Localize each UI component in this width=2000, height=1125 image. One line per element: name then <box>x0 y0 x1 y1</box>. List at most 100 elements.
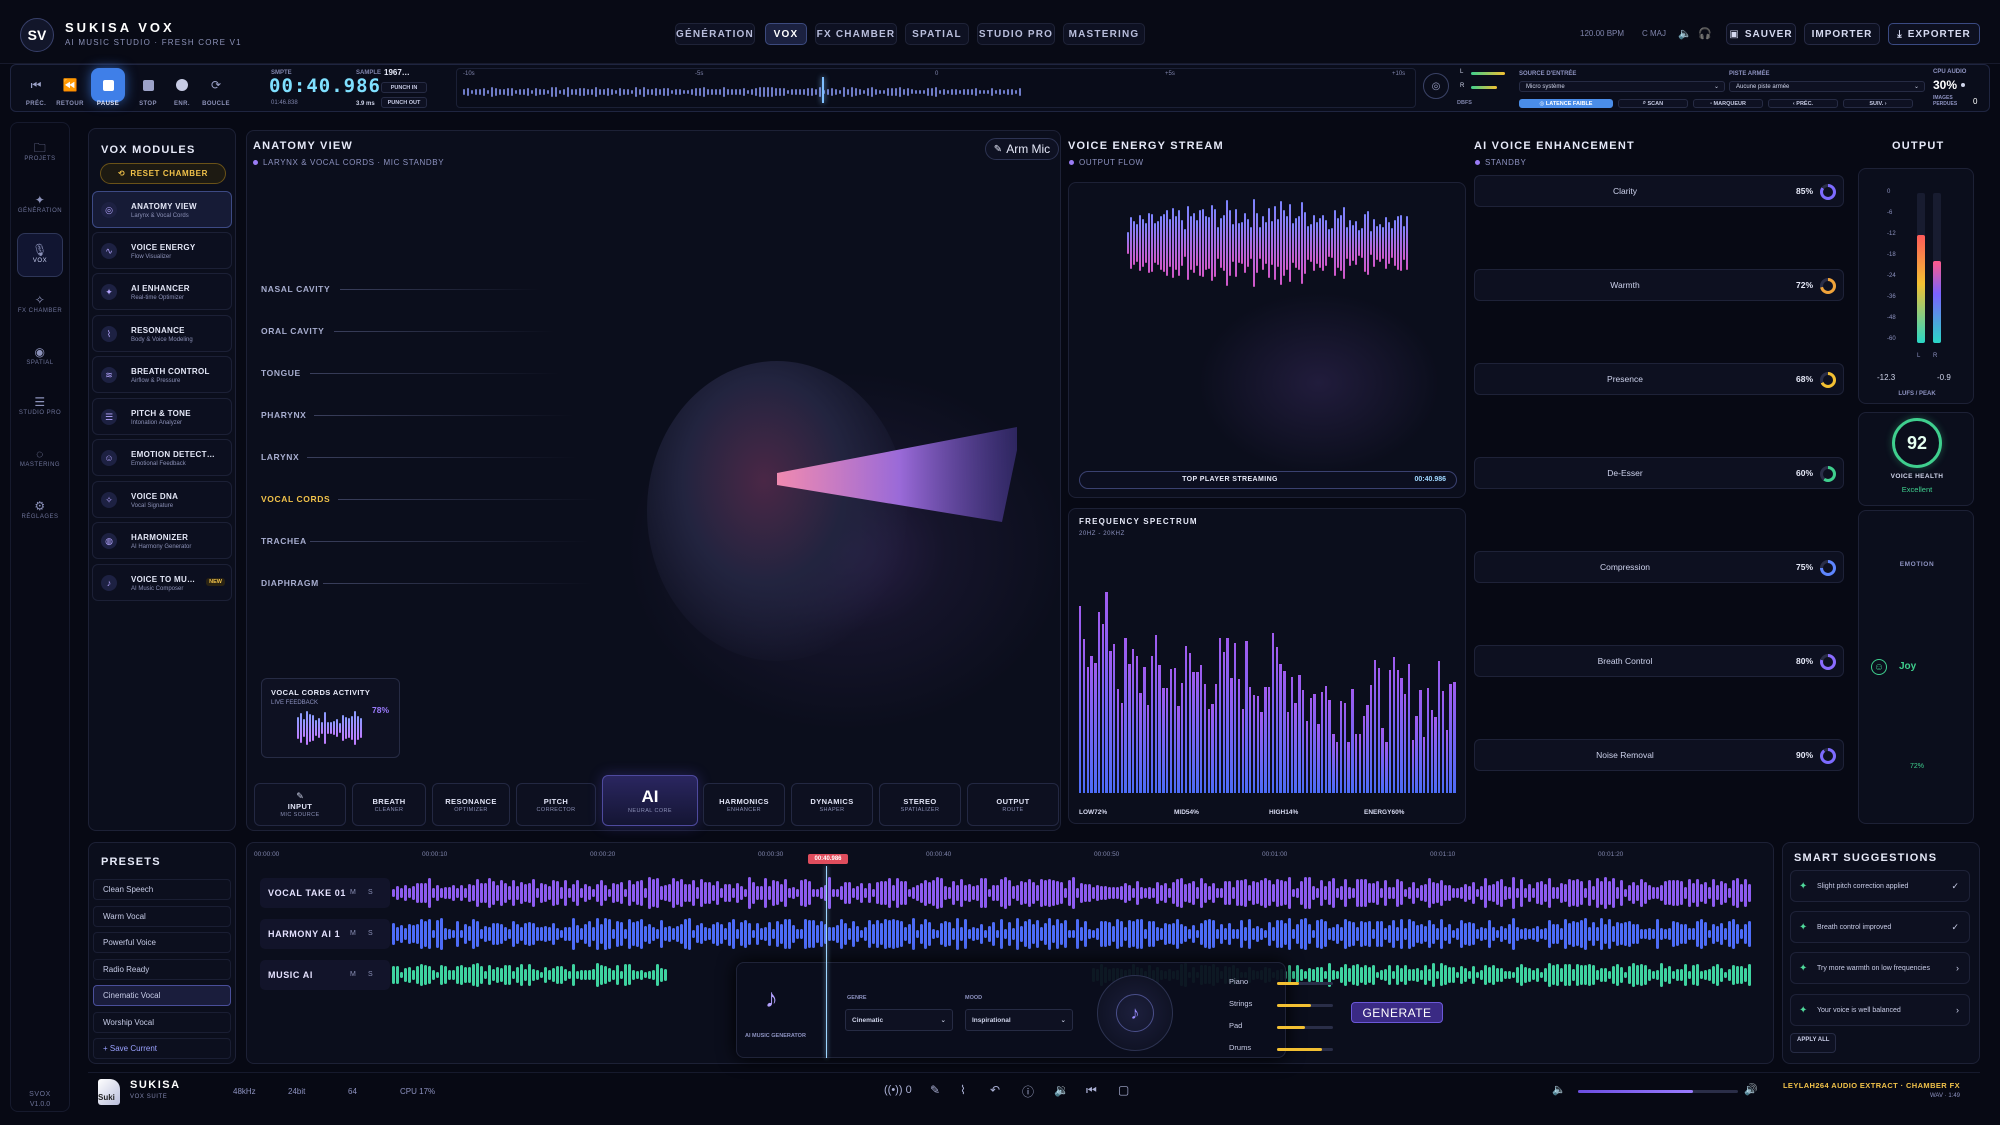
volume-slider[interactable] <box>1578 1090 1738 1093</box>
track-waveform[interactable] <box>392 917 1758 951</box>
stage-ai-neural-core[interactable]: AI NEURAL CORE <box>602 775 698 826</box>
nav-spatial[interactable]: ◉ SPATIAL <box>17 335 63 379</box>
next-marker-button[interactable]: SUIV. › <box>1843 99 1913 108</box>
pause-button[interactable] <box>91 68 125 102</box>
stage-breath[interactable]: BREATH CLEANER <box>352 783 426 826</box>
preset-warm-vocal[interactable]: Warm Vocal <box>93 906 231 927</box>
solo-button[interactable]: S <box>368 930 373 937</box>
import-button[interactable]: IMPORTER <box>1804 23 1880 45</box>
export-button[interactable]: ⤓ EXPORTER <box>1888 23 1980 45</box>
module-ai-enhancer[interactable]: ✦ AI ENHANCER Real-time Optimizer <box>92 273 232 310</box>
timeline-playhead[interactable] <box>826 866 827 1058</box>
headphones-icon[interactable]: 🎧 <box>1698 27 1712 40</box>
suggestion-item[interactable]: ✦ Try more warmth on low frequencies › <box>1790 952 1970 984</box>
solo-button[interactable]: S <box>368 971 373 978</box>
tab-generation[interactable]: GÉNÉRATION <box>675 23 755 45</box>
armed-track-select[interactable]: Aucune piste armée ⌄ <box>1729 81 1925 92</box>
punch-in-button[interactable]: PUNCH IN <box>381 82 427 93</box>
module-pitch-tone[interactable]: ☰ PITCH & TONE Intonation Analyzer <box>92 398 232 435</box>
preset-worship-vocal[interactable]: Worship Vocal <box>93 1012 231 1033</box>
tab-spatial[interactable]: SPATIAL <box>905 23 969 45</box>
mute-button[interactable]: M <box>350 889 356 896</box>
module-emotion-detect[interactable]: ☺ EMOTION DETECT… Emotional Feedback <box>92 439 232 476</box>
enhancement-row-de-esser[interactable]: De-Esser 60% <box>1474 457 1844 489</box>
nav-generation[interactable]: ✦ GÉNÉRATION <box>17 183 63 227</box>
marker-button[interactable]: ▫ MARQUEUR <box>1693 99 1763 108</box>
nav-vox[interactable]: 🎙 VOX <box>17 233 63 277</box>
mic-icon[interactable]: ✎ <box>930 1083 940 1097</box>
preset-powerful-voice[interactable]: Powerful Voice <box>93 932 231 953</box>
arm-mic-button[interactable]: ✎ Arm Mic <box>985 138 1059 160</box>
module-resonance[interactable]: ⌇ RESONANCE Body & Voice Modeling <box>92 315 232 352</box>
module-breath-control[interactable]: ≋ BREATH CONTROL Airflow & Pressure <box>92 356 232 393</box>
stop-button[interactable] <box>133 70 163 100</box>
module-voice-energy[interactable]: ∿ VOICE ENERGY Flow Visualizer <box>92 232 232 269</box>
tab-fx-chamber[interactable]: FX CHAMBER <box>815 23 897 45</box>
preset-clean-speech[interactable]: Clean Speech <box>93 879 231 900</box>
track-waveform[interactable] <box>392 876 1758 910</box>
preset-cinematic-vocal[interactable]: Cinematic Vocal <box>93 985 231 1006</box>
speaker-icon[interactable]: 🔉 <box>1054 1083 1069 1097</box>
mute-button[interactable]: M <box>350 971 356 978</box>
punch-out-button[interactable]: PUNCH OUT <box>381 97 427 108</box>
module-anatomy-view[interactable]: ◎ ANATOMY VIEW Larynx & Vocal Cords <box>92 191 232 228</box>
save-current-preset-button[interactable]: + Save Current <box>93 1038 231 1059</box>
speaker-icon[interactable]: 🔈 <box>1678 27 1692 40</box>
tab-mastering[interactable]: MASTERING <box>1063 23 1145 45</box>
scrub-ruler[interactable]: -10s -5s 0 +5s +10s <box>456 68 1416 108</box>
save-button[interactable]: ▣ SAUVER <box>1726 23 1796 45</box>
stage-dynamics[interactable]: DYNAMICS SHAPER <box>791 783 873 826</box>
generator-disc[interactable]: ♪ <box>1097 975 1173 1051</box>
suggestion-item[interactable]: ✦ Slight pitch correction applied ✓ <box>1790 870 1970 902</box>
enhancement-row-noise-removal[interactable]: Noise Removal 90% <box>1474 739 1844 771</box>
stage-resonance[interactable]: RESONANCE OPTIMIZER <box>432 783 510 826</box>
generate-button[interactable]: GENERATE <box>1351 1002 1443 1023</box>
scan-button[interactable]: ⌕ SCAN <box>1618 99 1688 108</box>
enhancement-row-presence[interactable]: Presence 68% <box>1474 363 1844 395</box>
low-latency-toggle[interactable]: ◎ LATENCE FAIBLE <box>1519 99 1613 108</box>
genre-select[interactable]: Cinematic ⌄ <box>845 1009 953 1031</box>
module-harmonizer[interactable]: ◍ HARMONIZER AI Harmony Generator <box>92 522 232 559</box>
nav-reglages[interactable]: ⚙ RÉGLAGES <box>17 489 63 533</box>
suggestion-item[interactable]: ✦ Breath control improved ✓ <box>1790 911 1970 943</box>
module-voice-dna[interactable]: ✧ VOICE DNA Vocal Signature <box>92 481 232 518</box>
stage-input[interactable]: ✎ INPUT MIC SOURCE <box>254 783 346 826</box>
module-voice-to-music[interactable]: ♪ VOICE TO MU… AI Music Composer NEW <box>92 564 232 601</box>
reset-chamber-button[interactable]: ⟲ RESET CHAMBER <box>100 163 226 184</box>
stage-harmonics[interactable]: HARMONICS ENHANCER <box>703 783 785 826</box>
rewind-button[interactable]: ⏪ <box>55 70 85 100</box>
suggestion-item[interactable]: ✦ Your voice is well balanced › <box>1790 994 1970 1026</box>
tab-vox[interactable]: VOX <box>765 23 807 45</box>
nav-mastering[interactable]: ◌ MASTERING <box>17 437 63 481</box>
loop-button[interactable]: ⟳ <box>201 70 231 100</box>
solo-button[interactable]: S <box>368 889 373 896</box>
enhancement-row-compression[interactable]: Compression 75% <box>1474 551 1844 583</box>
monitor-button[interactable]: ((•)) 0 <box>884 1084 912 1096</box>
undo-icon[interactable]: ↶ <box>990 1083 1000 1097</box>
scrub-playhead[interactable] <box>822 77 824 103</box>
input-monitor-icon[interactable]: ◎ <box>1423 73 1449 99</box>
info-icon[interactable]: ⓘ <box>1022 1083 1034 1100</box>
mute-button[interactable]: M <box>350 930 356 937</box>
nav-studio-pro[interactable]: ☰ STUDIO PRO <box>17 385 63 429</box>
enhancement-row-clarity[interactable]: Clarity 85% <box>1474 175 1844 207</box>
nav-fx-chamber[interactable]: ✧ FX CHAMBER <box>17 283 63 327</box>
enhancement-row-breath-control[interactable]: Breath Control 80% <box>1474 645 1844 677</box>
input-source-select[interactable]: Micro système ⌄ <box>1519 81 1725 92</box>
mood-select[interactable]: Inspirational ⌄ <box>965 1009 1073 1031</box>
wave-bar <box>1460 920 1463 948</box>
skip-back-icon[interactable]: ⏮ <box>1086 1083 1097 1098</box>
square-icon[interactable]: ▢ <box>1118 1083 1129 1097</box>
stage-stereo[interactable]: STEREO SPATIALIZER <box>879 783 961 826</box>
stage-pitch[interactable]: PITCH CORRECTOR <box>516 783 596 826</box>
nav-projets[interactable]: 🗀 PROJETS <box>17 131 63 175</box>
prev-marker-button[interactable]: ‹ PRÉC. <box>1768 99 1838 108</box>
apply-all-button[interactable]: APPLY ALL <box>1790 1033 1836 1053</box>
tab-studio-pro[interactable]: STUDIO PRO <box>977 23 1055 45</box>
previous-button[interactable]: ⏮ <box>21 70 51 100</box>
enhancement-row-warmth[interactable]: Warmth 72% <box>1474 269 1844 301</box>
record-button[interactable] <box>167 70 197 100</box>
preset-radio-ready[interactable]: Radio Ready <box>93 959 231 980</box>
pulse-icon[interactable]: ⌇ <box>960 1083 966 1097</box>
stage-output[interactable]: OUTPUT ROUTE <box>967 783 1059 826</box>
